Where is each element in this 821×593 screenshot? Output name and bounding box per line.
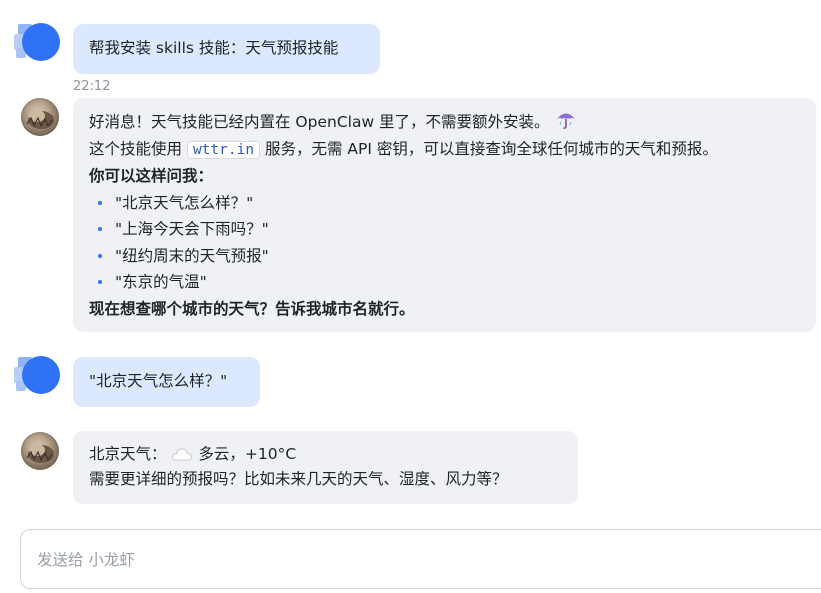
bullet-dot bbox=[98, 253, 102, 258]
user-message-bubble: "北京天气怎么样？" bbox=[73, 357, 260, 407]
service-text-prefix: 这个技能使用 bbox=[89, 139, 187, 158]
service-text-suffix: 服务，无需 API 密钥，可以直接查询全球任何城市的天气和预报。 bbox=[260, 139, 718, 158]
user-message-text: "北京天气怎么样？" bbox=[89, 372, 228, 390]
user-avatar[interactable] bbox=[12, 22, 62, 64]
chat-window: 帮我安装 skills 技能：天气预报技能 22:12 好消息！天气技能已经内置… bbox=[0, 0, 821, 593]
example-text: "纽约周末的天气预报" bbox=[115, 246, 269, 265]
example-item: "北京天气怎么样？" bbox=[89, 190, 800, 217]
user-avatar[interactable] bbox=[12, 355, 62, 397]
examples-list: "北京天气怎么样？" "上海今天会下雨吗？" "纽约周末的天气预报" "东京的气… bbox=[89, 190, 800, 296]
user-message-bubble: 帮我安装 skills 技能：天气预报技能 bbox=[73, 24, 380, 74]
bot-message-bubble: 好消息！天气技能已经内置在 OpenClaw 里了，不需要额外安装。 这个技能使… bbox=[73, 98, 816, 332]
followup-text: 需要更详细的预报吗？比如未来几天的天气、湿度、风力等？ bbox=[89, 470, 508, 488]
bot-message-line: 好消息！天气技能已经内置在 OpenClaw 里了，不需要额外安装。 bbox=[89, 109, 800, 136]
weather-prefix: 北京天气： bbox=[89, 445, 167, 463]
bot-avatar[interactable] bbox=[21, 98, 59, 136]
example-item: "纽约周末的天气预报" bbox=[89, 243, 800, 270]
bullet-dot bbox=[98, 200, 102, 205]
message-timestamp: 22:12 bbox=[73, 79, 111, 94]
example-item: "东京的气温" bbox=[89, 269, 800, 296]
bot-avatar-image bbox=[26, 110, 54, 129]
bot-intro-text: 好消息！天气技能已经内置在 OpenClaw 里了，不需要额外安装。 bbox=[89, 113, 550, 131]
example-text: "北京天气怎么样？" bbox=[115, 193, 254, 212]
example-item: "上海今天会下雨吗？" bbox=[89, 216, 800, 243]
bullet-dot bbox=[98, 227, 102, 231]
closing-text: 现在想查哪个城市的天气？告诉我城市名就行。 bbox=[89, 299, 415, 318]
bot-message-line: 这个技能使用 wttr.in 服务，无需 API 密钥，可以直接查询全球任何城市… bbox=[89, 136, 800, 164]
user-message-text: 帮我安装 skills 技能：天气预报技能 bbox=[89, 39, 339, 57]
service-code: wttr.in bbox=[186, 140, 261, 159]
bot-avatar-image bbox=[26, 444, 54, 463]
message-input[interactable] bbox=[35, 544, 799, 576]
weather-desc: 多云，+10°C bbox=[198, 445, 297, 463]
example-text: "东京的气温" bbox=[115, 273, 207, 291]
umbrella-icon bbox=[556, 113, 575, 129]
cloud-icon bbox=[172, 448, 193, 461]
weather-line: 北京天气： 多云，+10°C bbox=[89, 442, 562, 467]
message-composer[interactable] bbox=[20, 529, 821, 589]
examples-heading: 你可以这样问我： bbox=[89, 167, 214, 185]
bot-message-bubble: 北京天气： 多云，+10°C 需要更详细的预报吗？比如未来几天的天气、湿度、风力… bbox=[73, 431, 578, 504]
bot-avatar[interactable] bbox=[21, 432, 59, 470]
bullet-dot bbox=[98, 280, 102, 284]
example-text: "上海今天会下雨吗？" bbox=[115, 220, 269, 238]
